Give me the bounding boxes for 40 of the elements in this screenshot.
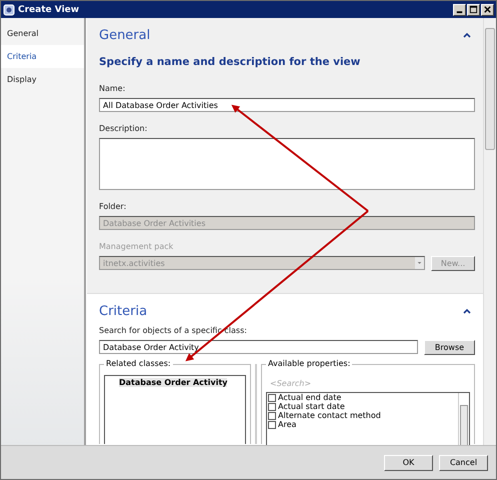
checkbox[interactable]	[268, 394, 276, 402]
checkbox-label: Alternate contact method	[278, 411, 381, 420]
dialog-button[interactable]: OK	[384, 454, 433, 470]
field-label: Description:	[99, 124, 148, 133]
close-button[interactable]	[481, 4, 494, 16]
field-label: Name:	[99, 84, 126, 93]
input-field[interactable]: Database Order Activity	[99, 340, 418, 354]
group-label: Available properties:	[266, 359, 352, 368]
collapse-icon[interactable]	[463, 308, 471, 314]
sidebar-item[interactable]: General	[1, 22, 84, 45]
scrollbar[interactable]	[483, 18, 496, 445]
section-heading: Criteria	[99, 304, 148, 318]
checkbox-label: Area	[278, 420, 296, 429]
minimize-button[interactable]	[453, 4, 466, 16]
scrollbar[interactable]	[458, 393, 469, 445]
close-icon	[483, 5, 492, 14]
field-label: Folder:	[99, 202, 128, 211]
input-field[interactable]: All Database Order Activities	[99, 98, 475, 112]
maximize-button[interactable]	[467, 4, 480, 16]
app-icon	[3, 4, 15, 16]
section-subheading: Specify a name and description for the view	[99, 56, 362, 68]
sidebar-item[interactable]: Criteria	[1, 45, 84, 68]
sidebar-item[interactable]: Display	[1, 68, 84, 91]
maximize-icon	[469, 5, 478, 14]
field-label: Search for objects of a specific class:	[99, 326, 248, 335]
scrollbar-thumb[interactable]	[485, 28, 495, 150]
window-title: Create View	[18, 4, 80, 14]
collapse-icon[interactable]	[463, 32, 471, 38]
group-label: Related classes:	[104, 359, 173, 368]
dialog-button[interactable]: Cancel	[439, 454, 488, 470]
section-heading: General	[99, 28, 150, 42]
list-item[interactable]: Database Order Activity	[119, 378, 228, 387]
field-label: Management pack	[99, 242, 174, 251]
input-field[interactable]	[99, 138, 475, 190]
checkbox-label: Actual end date	[278, 393, 342, 402]
checkbox[interactable]	[268, 412, 276, 420]
checkbox[interactable]	[268, 402, 276, 410]
browse-button[interactable]: Browse	[424, 340, 475, 355]
checkbox-label: Actual start date	[278, 402, 345, 411]
checkbox[interactable]	[268, 420, 276, 428]
